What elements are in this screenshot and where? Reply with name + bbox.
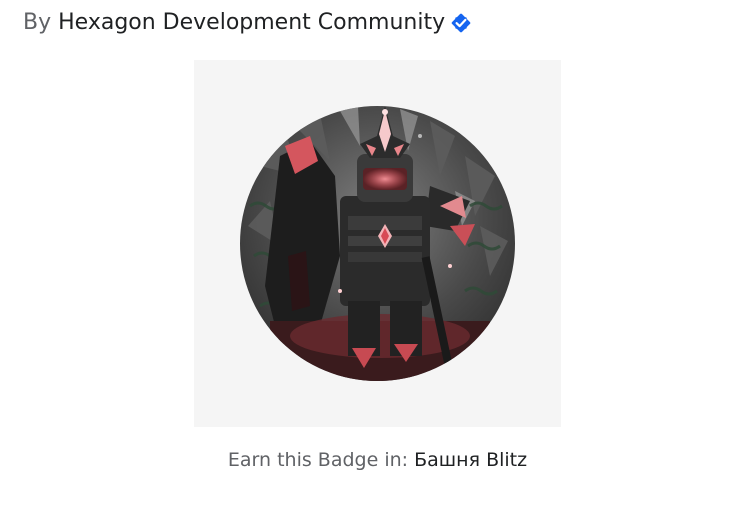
verified-check-icon [451, 13, 471, 33]
creator-name-link[interactable]: Hexagon Development Community [58, 10, 445, 35]
earn-badge-line: Earn this Badge in: Башня Blitz [0, 449, 755, 471]
experience-link[interactable]: Башня Blitz [414, 449, 527, 471]
badge-image-frame [194, 60, 561, 427]
earn-prefix: Earn this Badge in: [227, 449, 415, 471]
by-prefix: By [23, 9, 52, 35]
creator-line: By Hexagon Development Community [23, 6, 471, 38]
badge-armored-knight-image [240, 106, 515, 381]
